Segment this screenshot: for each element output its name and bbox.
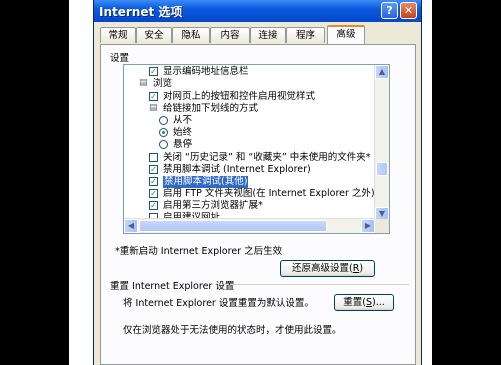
- tree-item-label: 从不: [173, 115, 193, 126]
- tree-item-label: 启用第三方浏览器扩展*: [163, 200, 263, 211]
- folder-icon: ▤: [149, 103, 158, 113]
- restore-advanced-button[interactable]: 还原高级设置(R): [280, 260, 375, 277]
- tab-connections[interactable]: 连接: [250, 27, 286, 43]
- tree-item-label: 始终: [173, 127, 193, 138]
- tab-advanced[interactable]: 高级: [327, 25, 365, 44]
- reset-accel: S: [365, 297, 372, 308]
- tree-item-label: 关闭 “历史记录” 和 “收藏夹” 中未使用的文件夹*: [163, 152, 371, 163]
- checkbox-checked-icon[interactable]: ✓: [149, 189, 158, 198]
- checkbox-unchecked-icon[interactable]: [149, 153, 158, 162]
- internet-options-dialog: Internet 选项 ? ✕ 常规 安全 隐私 内容 连接 程序 高级 设置 …: [93, 0, 422, 365]
- tree-item-label: 禁用脚本调试(其他): [163, 176, 249, 188]
- tree-item-label: 给链接加下划线的方式: [163, 103, 259, 114]
- radio-unselected-icon[interactable]: [159, 116, 168, 125]
- checkbox-checked-icon[interactable]: ✓: [149, 67, 158, 76]
- advanced-panel: 设置 ✓ 显示编码地址信息栏 ▤ 浏览 ✓ 对网页上的按钮和控件启用视觉样式 ▤ 给链接加下划…: [100, 44, 416, 365]
- radio-unselected-icon[interactable]: [159, 140, 168, 149]
- tab-privacy[interactable]: 隐私: [172, 27, 210, 43]
- scroll-left-icon[interactable]: ◀: [124, 219, 138, 233]
- tab-programs[interactable]: 程序: [286, 27, 325, 43]
- tab-general[interactable]: 常规: [100, 27, 136, 43]
- close-button[interactable]: ✕: [400, 2, 417, 19]
- checkbox-checked-icon[interactable]: ✓: [149, 92, 158, 101]
- horizontal-scrollbar[interactable]: ◀ ▶: [124, 218, 375, 233]
- tree-item-label: 对网页上的按钮和控件启用视觉样式: [163, 91, 316, 102]
- tab-content[interactable]: 内容: [210, 27, 250, 43]
- tree-item-label: 禁用脚本调试 (Internet Explorer): [163, 164, 311, 175]
- reset-description: 将 Internet Explorer 设置重置为默认设置。: [123, 298, 314, 309]
- folder-icon: ▤: [139, 78, 148, 88]
- restore-advanced-label: 还原高级设置: [291, 263, 349, 274]
- reset-group-title: 重置 Internet Explorer 设置: [110, 281, 235, 292]
- checkbox-checked-icon[interactable]: ✓: [149, 177, 158, 186]
- scroll-corner: [375, 219, 389, 233]
- scroll-thumb[interactable]: [376, 162, 388, 176]
- title-bar[interactable]: Internet 选项 ? ✕: [94, 0, 421, 22]
- checkbox-checked-icon[interactable]: ✓: [149, 201, 158, 210]
- reset-button-label: 重置: [343, 297, 363, 308]
- tree-item-label: 悬停: [173, 139, 193, 150]
- group-separator: [231, 284, 409, 285]
- settings-group-label: 设置: [110, 53, 130, 64]
- vertical-scrollbar[interactable]: ▲ ▼: [374, 65, 389, 221]
- tab-security[interactable]: 安全: [136, 27, 172, 43]
- checkbox-checked-icon[interactable]: ✓: [149, 165, 158, 174]
- horizontal-scroll-thumb[interactable]: [139, 220, 327, 232]
- window-title: Internet 选项: [99, 5, 183, 19]
- help-button[interactable]: ?: [381, 2, 398, 19]
- reset-button[interactable]: 重置(S)...: [334, 294, 394, 311]
- tab-strip: 常规 安全 隐私 内容 连接 程序 高级: [100, 25, 420, 44]
- tree-item-label: 显示编码地址信息栏: [163, 66, 249, 77]
- settings-tree[interactable]: ✓ 显示编码地址信息栏 ▤ 浏览 ✓ 对网页上的按钮和控件启用视觉样式 ▤ 给链接加下划线的方…: [123, 64, 390, 234]
- scroll-right-icon[interactable]: ▶: [361, 219, 375, 233]
- restore-accel: R: [352, 263, 360, 274]
- radio-selected-icon[interactable]: [159, 128, 168, 137]
- tree-item-label: 浏览: [153, 78, 173, 89]
- footer-note: 仅在浏览器处于无法使用的状态时，才使用此设置。: [123, 325, 342, 336]
- tree-item-label: 启用 FTP 文件夹视图(在 Internet Explorer 之外): [163, 188, 375, 199]
- restart-note: *重新启动 Internet Explorer 之后生效: [115, 246, 283, 257]
- reset-button-ellipsis: ...: [375, 297, 385, 308]
- scroll-up-icon[interactable]: ▲: [375, 65, 389, 79]
